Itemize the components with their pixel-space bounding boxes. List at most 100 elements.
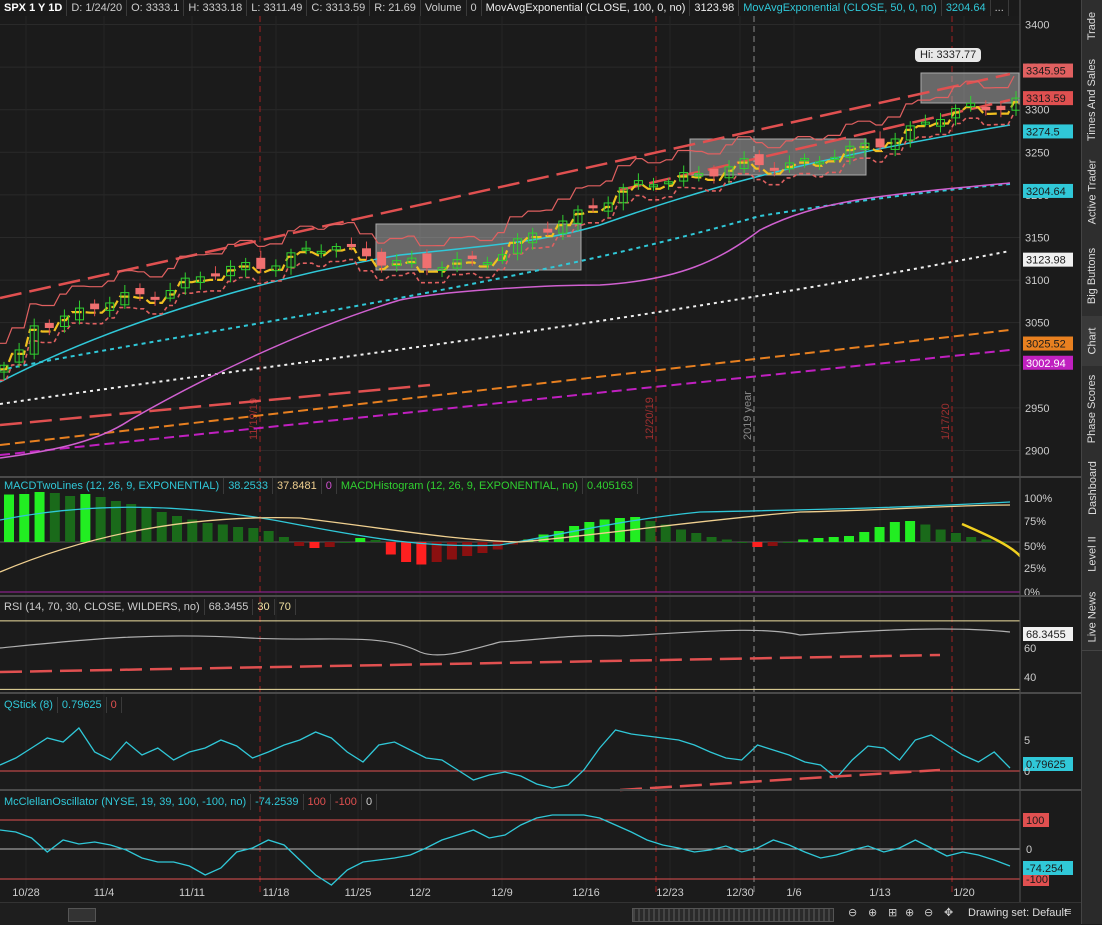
candle-body	[90, 303, 100, 310]
macd-histogram-bar	[19, 494, 30, 542]
candle-body	[769, 167, 779, 171]
macd-histogram-bar	[202, 523, 213, 542]
zoom-out-icon[interactable]: ⊖	[848, 906, 857, 919]
macd-value-3: 0	[322, 478, 337, 494]
date-tick-label: 1/20	[953, 887, 974, 899]
rsi-title[interactable]: RSI (14, 70, 30, CLOSE, WILDERS, no)	[0, 599, 205, 615]
macd-histogram-bar	[95, 497, 106, 542]
candle-body	[981, 106, 991, 111]
macd-hist-title[interactable]: MACDHistogram (12, 26, 9, EXPONENTIAL, n…	[337, 478, 584, 494]
date-tick-label: 11/25	[345, 887, 372, 899]
sidebar-tab-times-and-sales[interactable]: Times And Sales	[1082, 52, 1102, 149]
candle-body	[754, 154, 764, 166]
panel-divider[interactable]	[0, 789, 1081, 791]
date-tick-label: 12/30	[726, 887, 754, 899]
mcclellan-line	[0, 814, 1011, 886]
macd-histogram-bar	[981, 539, 992, 542]
horizontal-scrollbar[interactable]	[632, 908, 834, 922]
zoom-out-icon[interactable]: ⊖	[924, 906, 933, 919]
macd-histogram-bar	[691, 533, 702, 542]
rsi-overbought: 70	[275, 599, 296, 615]
qstick-title[interactable]: QStick (8)	[0, 697, 58, 713]
mcclellan-title[interactable]: McClellanOscillator (NYSE, 19, 39, 100, …	[0, 794, 252, 810]
drawing-settings-icon[interactable]: ≡	[1065, 906, 1071, 918]
macd-histogram-bar	[416, 542, 427, 565]
macd-histogram-bar	[294, 542, 305, 546]
macd-histogram-bar	[355, 538, 366, 542]
macd-value-1: 38.2533	[224, 478, 273, 494]
date-tick-label: 12/2	[409, 887, 430, 899]
sidebar-tab-trade[interactable]: Trade	[1082, 0, 1102, 53]
mcclellan-tick-label: -100	[1026, 874, 1048, 886]
macd-histogram-bar	[706, 537, 717, 542]
sidebar-tab-chart[interactable]: Chart	[1082, 316, 1102, 367]
zoom-in-icon[interactable]: ⊕	[868, 906, 877, 919]
macd-histogram-bar	[584, 522, 595, 542]
candle-body	[150, 296, 160, 300]
support-trendline	[0, 383, 431, 427]
panel-divider[interactable]	[0, 595, 1081, 597]
macd-histogram-bar	[737, 542, 748, 543]
date-tick-label: 12/23	[656, 887, 684, 899]
macd-histogram-bar	[905, 521, 916, 542]
macd-histogram-bar	[477, 542, 488, 553]
macd-header: MACDTwoLines (12, 26, 9, EXPONENTIAL) 38…	[0, 478, 700, 494]
chart-canvas[interactable]: 11/19/1912/20/192019 year1/17/20 3400335…	[0, 0, 1081, 902]
panel-divider[interactable]	[0, 692, 1081, 694]
candle-body	[422, 253, 432, 269]
sidebar-tab-dashboard[interactable]: Dashboard	[1082, 452, 1102, 525]
price-badge-label: 3002.94	[1026, 358, 1066, 370]
price-badge-label: 3123.98	[1026, 255, 1066, 267]
sidebar-tab-active-trader[interactable]: Active Trader	[1082, 148, 1102, 237]
macd-histogram-bar	[752, 542, 763, 547]
zoom-box-icon[interactable]: ⊞	[888, 906, 897, 919]
sidebar-tab-phase-scores[interactable]: Phase Scores	[1082, 366, 1102, 453]
macd-histogram-bar	[844, 536, 854, 542]
mcclellan-badge-label: -74.254	[1026, 863, 1063, 875]
macd-tick-label: 100%	[1024, 493, 1052, 505]
sidebar-tab-big-buttons[interactable]: Big Buttons	[1082, 236, 1102, 317]
macd-histogram-bar	[34, 492, 45, 542]
mcclellan-lower: -100	[331, 794, 362, 810]
macd-histogram-bar	[569, 526, 580, 542]
candle-body	[543, 228, 553, 233]
zoom-in-icon[interactable]: ⊕	[905, 906, 914, 919]
event-marker-label: 1/17/20	[940, 403, 952, 440]
macd-signal-line	[0, 504, 1011, 573]
sidebar-tab-live-news[interactable]: Live News	[1082, 584, 1102, 651]
macd-histogram-bar	[782, 542, 793, 543]
macd-title[interactable]: MACDTwoLines (12, 26, 9, EXPONENTIAL)	[0, 478, 225, 494]
mcclellan-zero: 0	[362, 794, 378, 810]
macd-histogram-bar	[645, 521, 656, 542]
rsi-oversold: 30	[253, 599, 275, 615]
drawing-set-label[interactable]: Drawing set: Default	[968, 907, 1067, 919]
price-badge-label: 3345.95	[1026, 66, 1066, 78]
macd-histogram-bar	[385, 542, 396, 555]
right-sidebar: Trade Times And Sales Active Trader Big But…	[1081, 0, 1102, 924]
scroll-left-icon[interactable]	[68, 908, 96, 922]
macd-histogram-bar	[248, 528, 259, 542]
sidebar-tab-label: Times And Sales	[1086, 58, 1099, 142]
pan-icon[interactable]: ✥	[944, 906, 953, 919]
ema100-line	[0, 250, 1011, 405]
macd-histogram-bar	[599, 519, 610, 542]
price-badge-label: 3025.52	[1026, 339, 1066, 351]
macd-tick-label: 50%	[1024, 541, 1046, 553]
mcclellan-tick-label: 100	[1026, 815, 1044, 827]
macd-histogram-bar	[950, 533, 961, 542]
price-badge-label: 3204.64	[1026, 186, 1066, 198]
macd-histogram-bar	[813, 538, 824, 542]
rsi-line	[0, 628, 1011, 656]
macd-histogram-bar	[49, 493, 60, 542]
candle-body	[135, 288, 145, 295]
rsi-trendline	[0, 653, 941, 674]
event-marker-label: 2019 year	[742, 391, 754, 440]
candle-body	[588, 205, 598, 209]
macd-histogram-bar	[233, 527, 244, 542]
sidebar-tab-level-ii[interactable]: Level II	[1082, 524, 1102, 585]
mcclellan-header: McClellanOscillator (NYSE, 19, 39, 100, …	[0, 794, 500, 810]
candle-body	[44, 322, 54, 328]
sidebar-tab-label: Active Trader	[1086, 159, 1099, 225]
candle-body	[256, 257, 266, 269]
macd-histogram-bar	[370, 540, 381, 542]
